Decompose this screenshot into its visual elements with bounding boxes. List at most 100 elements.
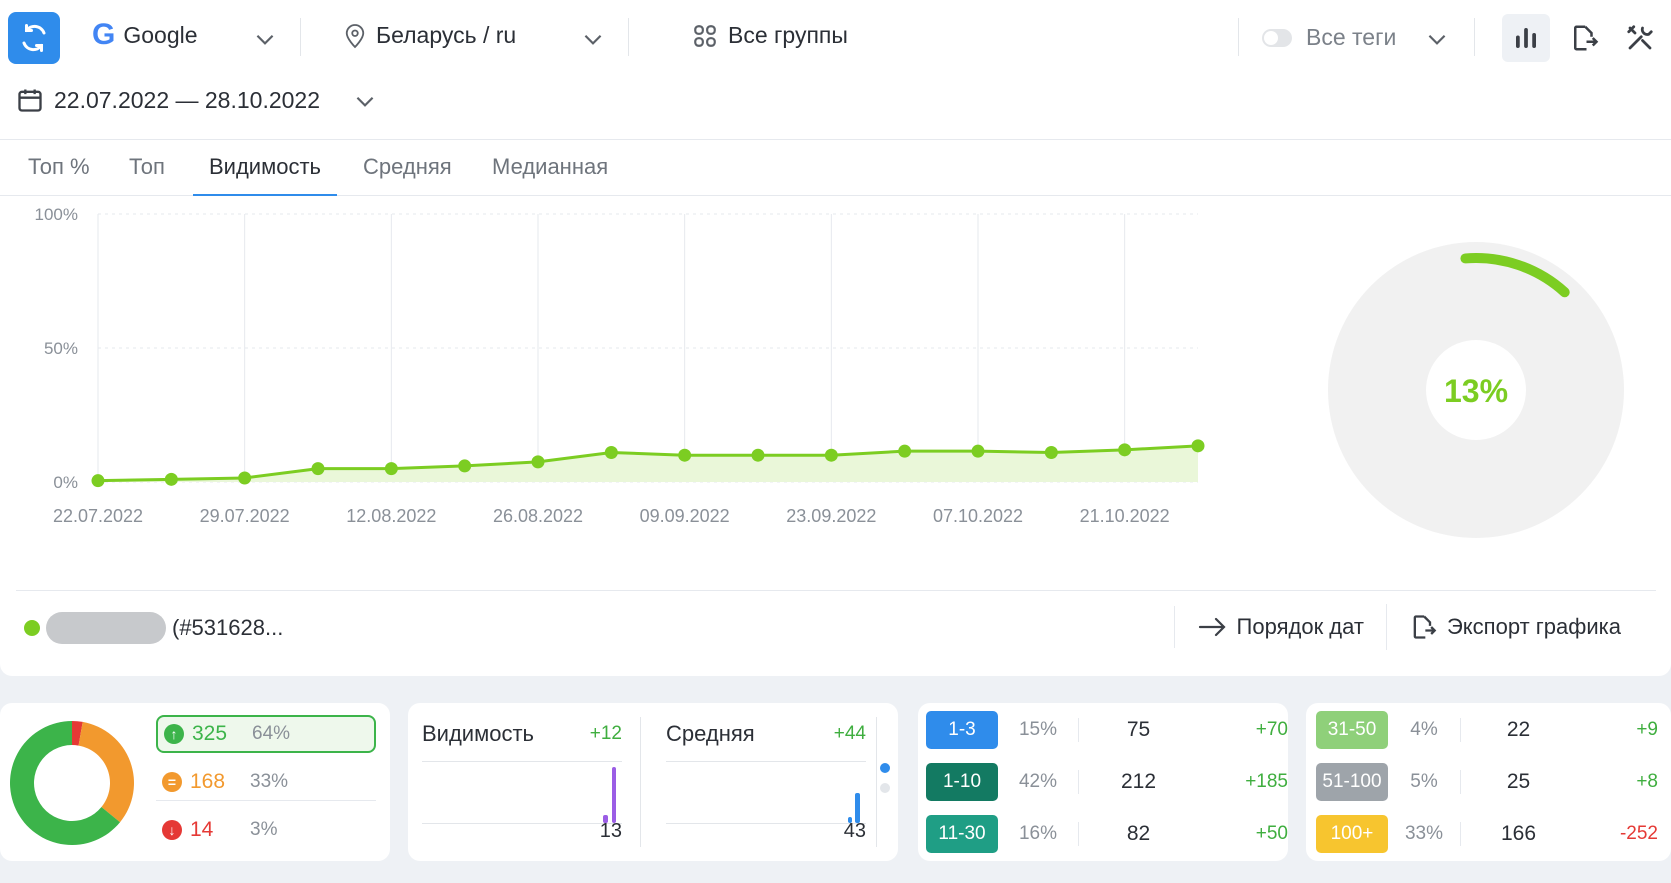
- groups-label: Все группы: [728, 22, 848, 48]
- x-tick-label: 21.10.2022: [1080, 506, 1170, 526]
- rank-row-1-10[interactable]: 1-10 42% 212 +185: [926, 759, 1288, 805]
- metrics-panel: Видимость +12 13 Средняя +44 43: [408, 703, 898, 861]
- divider: [876, 717, 877, 847]
- rank-delta: +50: [1255, 823, 1288, 844]
- chart-legend[interactable]: (#531628...: [24, 612, 283, 644]
- divider: [1474, 18, 1475, 56]
- equal-icon: =: [162, 771, 182, 792]
- chart-card: Топ % Топ Видимость Средняя Медианная 10…: [0, 140, 1671, 676]
- rank-row-1-3[interactable]: 1-3 15% 75 +70: [926, 707, 1288, 753]
- top-toolbar: G Google Беларусь / ru Все группы Все те…: [0, 0, 1671, 140]
- declined-row[interactable]: ↓ 14 3%: [156, 811, 376, 849]
- rank-panel-right: 31-50 4% 22 +9 51-100 5% 25 +8 100+ 33% …: [1306, 703, 1671, 861]
- arrow-right-icon: [1198, 617, 1226, 637]
- rank-percent: 16%: [1018, 823, 1058, 844]
- rank-row-100-plus[interactable]: 100+ 33% 166 -252: [1316, 811, 1658, 857]
- legend-project-id: (#531628...: [172, 615, 284, 640]
- y-tick-label: 0%: [53, 473, 78, 492]
- improved-row[interactable]: ↑ 325 64%: [156, 715, 376, 753]
- groups-select[interactable]: Все группы: [692, 22, 848, 49]
- x-tick-label: 09.09.2022: [640, 506, 730, 526]
- data-point: [1191, 439, 1205, 453]
- visibility-metric[interactable]: Видимость +12 13: [422, 715, 622, 845]
- search-engine-select[interactable]: G Google: [92, 18, 198, 52]
- rank-count: 25: [1460, 770, 1576, 794]
- data-point: [1044, 446, 1058, 460]
- export-chart-label: Экспорт графика: [1446, 614, 1621, 639]
- tab-visibility[interactable]: Видимость: [193, 154, 337, 196]
- tab-top[interactable]: Топ: [129, 154, 165, 196]
- rank-badge: 51-100: [1316, 763, 1388, 801]
- data-point: [238, 471, 252, 485]
- rank-delta: +185: [1245, 771, 1288, 792]
- tags-select[interactable]: Все теги: [1262, 24, 1396, 51]
- chart-actions: Порядок дат Экспорт графика: [1173, 604, 1643, 650]
- sparkline-bar: [612, 767, 616, 823]
- chart-view-button[interactable]: [1502, 14, 1550, 62]
- settings-button[interactable]: [1616, 14, 1664, 62]
- export-button[interactable]: [1560, 14, 1608, 62]
- rank-count: 212: [1078, 770, 1198, 794]
- refresh-button[interactable]: [8, 12, 60, 64]
- data-point: [311, 462, 325, 476]
- rank-badge: 100+: [1316, 815, 1388, 853]
- tab-average[interactable]: Средняя: [363, 154, 452, 196]
- export-file-icon: [1413, 615, 1437, 639]
- rank-badge: 11-30: [926, 815, 998, 853]
- region-select[interactable]: Беларусь / ru: [344, 22, 516, 49]
- data-point: [898, 444, 912, 458]
- average-metric[interactable]: Средняя +44 43: [666, 715, 866, 845]
- rank-delta: -252: [1619, 823, 1658, 844]
- tags-label: Все теги: [1306, 24, 1397, 50]
- grid-icon: [694, 24, 716, 47]
- date-order-button[interactable]: Порядок дат: [1173, 606, 1386, 648]
- pager-dot[interactable]: [880, 783, 890, 793]
- legend-dot: [24, 620, 40, 636]
- declined-count: 14: [190, 818, 214, 841]
- divider: [422, 761, 622, 762]
- bar-chart-icon: [1516, 28, 1536, 48]
- date-range-picker[interactable]: 22.07.2022 — 28.10.2022: [16, 86, 320, 114]
- x-tick-label: 12.08.2022: [346, 506, 436, 526]
- divider: [1238, 18, 1239, 56]
- tab-top-percent[interactable]: Топ %: [28, 154, 90, 196]
- rank-percent: 5%: [1410, 771, 1438, 792]
- tab-median[interactable]: Медианная: [492, 154, 608, 196]
- rank-percent: 42%: [1018, 771, 1058, 792]
- x-tick-label: 29.07.2022: [200, 506, 290, 526]
- declined-percent: 3%: [250, 819, 278, 840]
- metric-tabs: Топ % Топ Видимость Средняя Медианная: [0, 140, 1671, 196]
- rank-panel-left: 1-3 15% 75 +70 1-10 42% 212 +185 11-30 1…: [918, 703, 1288, 861]
- metric-label: Видимость: [422, 721, 534, 746]
- rank-row-31-50[interactable]: 31-50 4% 22 +9: [1316, 707, 1658, 753]
- data-point: [531, 455, 545, 469]
- chevron-down-icon[interactable]: [580, 26, 606, 52]
- tags-toggle[interactable]: [1262, 28, 1292, 47]
- divider: [666, 761, 866, 762]
- unchanged-row[interactable]: = 168 33%: [156, 763, 376, 801]
- data-point: [971, 444, 985, 458]
- data-point: [164, 472, 178, 486]
- arrow-up-icon: ↑: [164, 724, 184, 744]
- y-tick-label: 100%: [35, 205, 78, 224]
- rank-row-51-100[interactable]: 51-100 5% 25 +8: [1316, 759, 1658, 805]
- location-pin-icon: [345, 23, 365, 48]
- y-tick-label: 50%: [44, 339, 78, 358]
- chevron-down-icon[interactable]: [1424, 26, 1450, 52]
- chevron-down-icon[interactable]: [352, 88, 378, 114]
- x-tick-label: 07.10.2022: [933, 506, 1023, 526]
- changes-donut: [9, 721, 134, 845]
- unchanged-percent: 33%: [250, 770, 289, 792]
- export-chart-button[interactable]: Экспорт графика: [1385, 604, 1643, 650]
- x-tick-label: 26.08.2022: [493, 506, 583, 526]
- pager-dot-active[interactable]: [880, 763, 890, 773]
- search-engine-label: Google: [123, 21, 198, 48]
- rank-row-11-30[interactable]: 11-30 16% 82 +50: [926, 811, 1288, 857]
- rank-count: 75: [1078, 718, 1198, 742]
- divider: [628, 18, 629, 56]
- metric-value: 43: [843, 820, 866, 842]
- region-label: Беларусь / ru: [376, 22, 517, 48]
- chevron-down-icon[interactable]: [252, 26, 278, 52]
- x-tick-label: 23.09.2022: [786, 506, 876, 526]
- refresh-icon: [22, 24, 46, 52]
